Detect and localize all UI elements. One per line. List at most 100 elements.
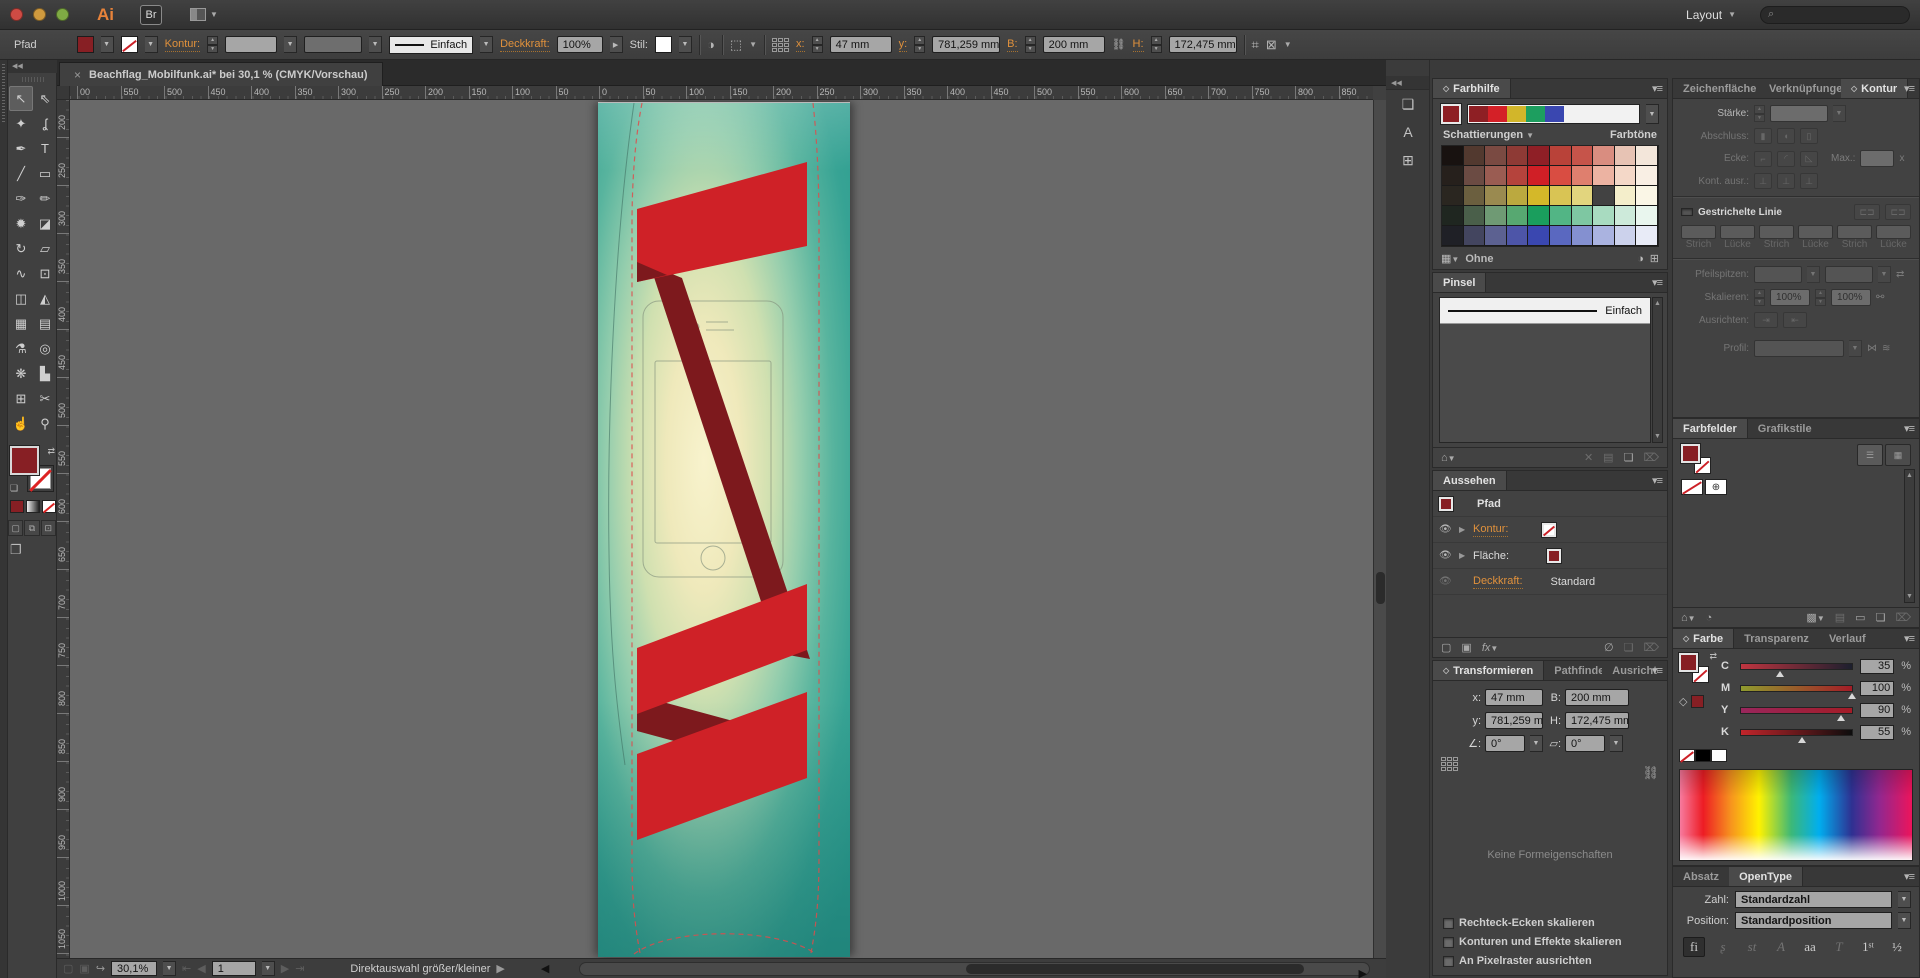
paintbrush-tool[interactable]: ✑	[9, 186, 33, 211]
duplicate-item-icon[interactable]: ❏	[1624, 641, 1634, 654]
rotate-tool[interactable]: ↻	[9, 236, 33, 261]
zoom-tool[interactable]: ⚲	[33, 411, 57, 436]
scale-tool[interactable]: ▱	[33, 236, 57, 261]
fill-stroke-indicator[interactable]	[1681, 444, 1711, 474]
transform-height-field[interactable]: 172,475 mm	[1565, 712, 1629, 729]
shade-swatch[interactable]	[1485, 186, 1507, 206]
gradient-tool[interactable]: ▤	[33, 311, 57, 336]
collapse-tools-icon[interactable]: ◀◀	[8, 60, 57, 73]
default-fill-stroke-icon[interactable]: ❏	[10, 483, 18, 494]
workspace-switcher[interactable]: Layout ▼	[1686, 8, 1736, 22]
chevron-down-icon[interactable]: ▼	[1898, 891, 1911, 908]
height-label[interactable]: H:	[1133, 38, 1144, 52]
outline-mode-icon[interactable]: ▣	[79, 962, 89, 975]
fill-proxy-swatch[interactable]	[10, 446, 39, 475]
ruler-origin-corner[interactable]	[57, 86, 70, 100]
dash-value-field[interactable]	[1876, 225, 1911, 239]
tools-drag-handle[interactable]	[8, 74, 57, 84]
constrain-proportions-icon[interactable]: ⛓	[1112, 38, 1126, 51]
shade-swatch[interactable]	[1464, 206, 1486, 226]
scroll-left-icon[interactable]: ◀	[541, 962, 549, 975]
transform-options-icon[interactable]: ⊠	[1266, 37, 1277, 53]
dock-edge[interactable]	[0, 60, 8, 978]
brush-list-scrollbar[interactable]: ▲▼	[1652, 297, 1663, 443]
width-profile-field[interactable]	[304, 36, 362, 53]
tab-zeichenflaeche[interactable]: Zeichenfläche	[1673, 79, 1759, 98]
chevron-down-icon[interactable]: ▼	[1646, 104, 1659, 124]
magic-wand-tool[interactable]: ✦	[9, 111, 33, 136]
edit-colors-icon[interactable]: ◑	[1637, 253, 1644, 265]
shade-swatch[interactable]	[1572, 226, 1594, 246]
ligatures-button[interactable]: fi	[1683, 937, 1705, 957]
shade-swatch[interactable]	[1528, 206, 1550, 226]
shade-swatch[interactable]	[1485, 166, 1507, 186]
shade-swatch[interactable]	[1636, 166, 1658, 186]
y-stepper[interactable]: ▲▼	[914, 36, 925, 53]
align-dash-button[interactable]: ⊏⊐	[1885, 204, 1911, 220]
shade-swatch[interactable]	[1442, 226, 1464, 246]
panel-menu-icon[interactable]: ▾≡	[1904, 632, 1914, 645]
swatch-none[interactable]	[1681, 479, 1703, 495]
shade-swatch[interactable]	[1485, 206, 1507, 226]
tab-farbe[interactable]: ◇ Farbe	[1673, 629, 1734, 648]
shade-swatch[interactable]	[1464, 146, 1486, 166]
shade-swatch[interactable]	[1593, 226, 1615, 246]
harmony-color-swatch[interactable]	[1488, 106, 1507, 122]
chevron-down-icon[interactable]: ▼	[1284, 40, 1292, 49]
fill-color-swatch[interactable]	[1547, 549, 1561, 563]
shade-swatch[interactable]	[1442, 206, 1464, 226]
add-to-swatches-icon[interactable]: ⊞	[1650, 252, 1659, 265]
pen-tool[interactable]: ✒	[9, 136, 33, 161]
chevron-down-icon[interactable]: ▼	[369, 36, 382, 53]
column-graph-tool[interactable]: ▙	[33, 361, 57, 386]
dashed-line-checkbox[interactable]	[1681, 208, 1693, 216]
align-stroke-inside-button[interactable]: ⊥	[1777, 173, 1795, 189]
reference-point-icon[interactable]	[1441, 757, 1458, 771]
link-scale-icon[interactable]: ⚯	[1876, 292, 1884, 303]
swash-button[interactable]: ʂ	[1712, 937, 1734, 957]
shade-swatch[interactable]	[1636, 206, 1658, 226]
transform-width-field[interactable]: 200 mm	[1565, 689, 1629, 706]
dash-value-field[interactable]	[1798, 225, 1833, 239]
none-mode-button[interactable]	[42, 500, 56, 513]
x-position-label[interactable]: x:	[796, 38, 805, 52]
limit-colors-icon[interactable]: ▦▼	[1441, 252, 1459, 265]
appearance-row-opacity[interactable]: 👁 ▶ Deckkraft: Standard	[1433, 569, 1667, 595]
clear-appearance-icon[interactable]: ∅	[1604, 641, 1614, 654]
swap-arrowheads-icon[interactable]: ⇄	[1896, 269, 1904, 280]
channel-value-field[interactable]: 100	[1860, 681, 1894, 696]
shade-swatch[interactable]	[1442, 166, 1464, 186]
shade-swatch[interactable]	[1615, 166, 1637, 186]
minimize-window-button[interactable]	[33, 8, 46, 21]
swatch-options-icon[interactable]: ▤	[1835, 611, 1845, 624]
shade-swatch[interactable]	[1507, 166, 1529, 186]
schattierungen-dropdown[interactable]: Schattierungen ▼	[1443, 129, 1534, 141]
shade-swatch[interactable]	[1593, 206, 1615, 226]
screen-mode-button[interactable]: ❐	[10, 542, 22, 558]
color-slider[interactable]	[1740, 729, 1853, 736]
delete-swatch-icon[interactable]: ⌦	[1895, 611, 1911, 624]
shade-swatch[interactable]	[1636, 226, 1658, 246]
round-join-button[interactable]: ◜	[1777, 151, 1795, 167]
shade-swatch[interactable]	[1615, 206, 1637, 226]
dash-value-field[interactable]	[1837, 225, 1872, 239]
new-stroke-icon[interactable]: ▢	[1441, 641, 1451, 654]
chevron-down-icon[interactable]: ▼	[262, 961, 275, 976]
butt-cap-button[interactable]: ▮	[1754, 128, 1772, 144]
shade-swatch[interactable]	[1593, 186, 1615, 206]
chevron-down-icon[interactable]: ▼	[284, 36, 297, 53]
vertical-ruler[interactable]: 2002503003504004505005506006507007508008…	[57, 100, 70, 958]
transform-x-field[interactable]: 47 mm	[1485, 689, 1543, 706]
shade-swatch[interactable]	[1507, 206, 1529, 226]
shade-swatch[interactable]	[1442, 186, 1464, 206]
color-slider[interactable]	[1740, 663, 1853, 670]
search-input[interactable]: ⌕	[1760, 6, 1910, 24]
arrowhead-align-end-button[interactable]: ⇤	[1783, 312, 1807, 328]
rotate-field[interactable]: 0°	[1485, 735, 1525, 752]
width-tool[interactable]: ∿	[9, 261, 33, 286]
delete-item-icon[interactable]: ⌦	[1643, 641, 1659, 654]
constrain-proportions-icon[interactable]: ⛓	[1642, 765, 1659, 781]
show-swatch-kinds-icon[interactable]: ▩▼	[1806, 611, 1824, 624]
zoom-level-field[interactable]: 30,1%	[111, 961, 157, 976]
tab-verknuepfungen[interactable]: Verknüpfungen	[1759, 79, 1841, 98]
